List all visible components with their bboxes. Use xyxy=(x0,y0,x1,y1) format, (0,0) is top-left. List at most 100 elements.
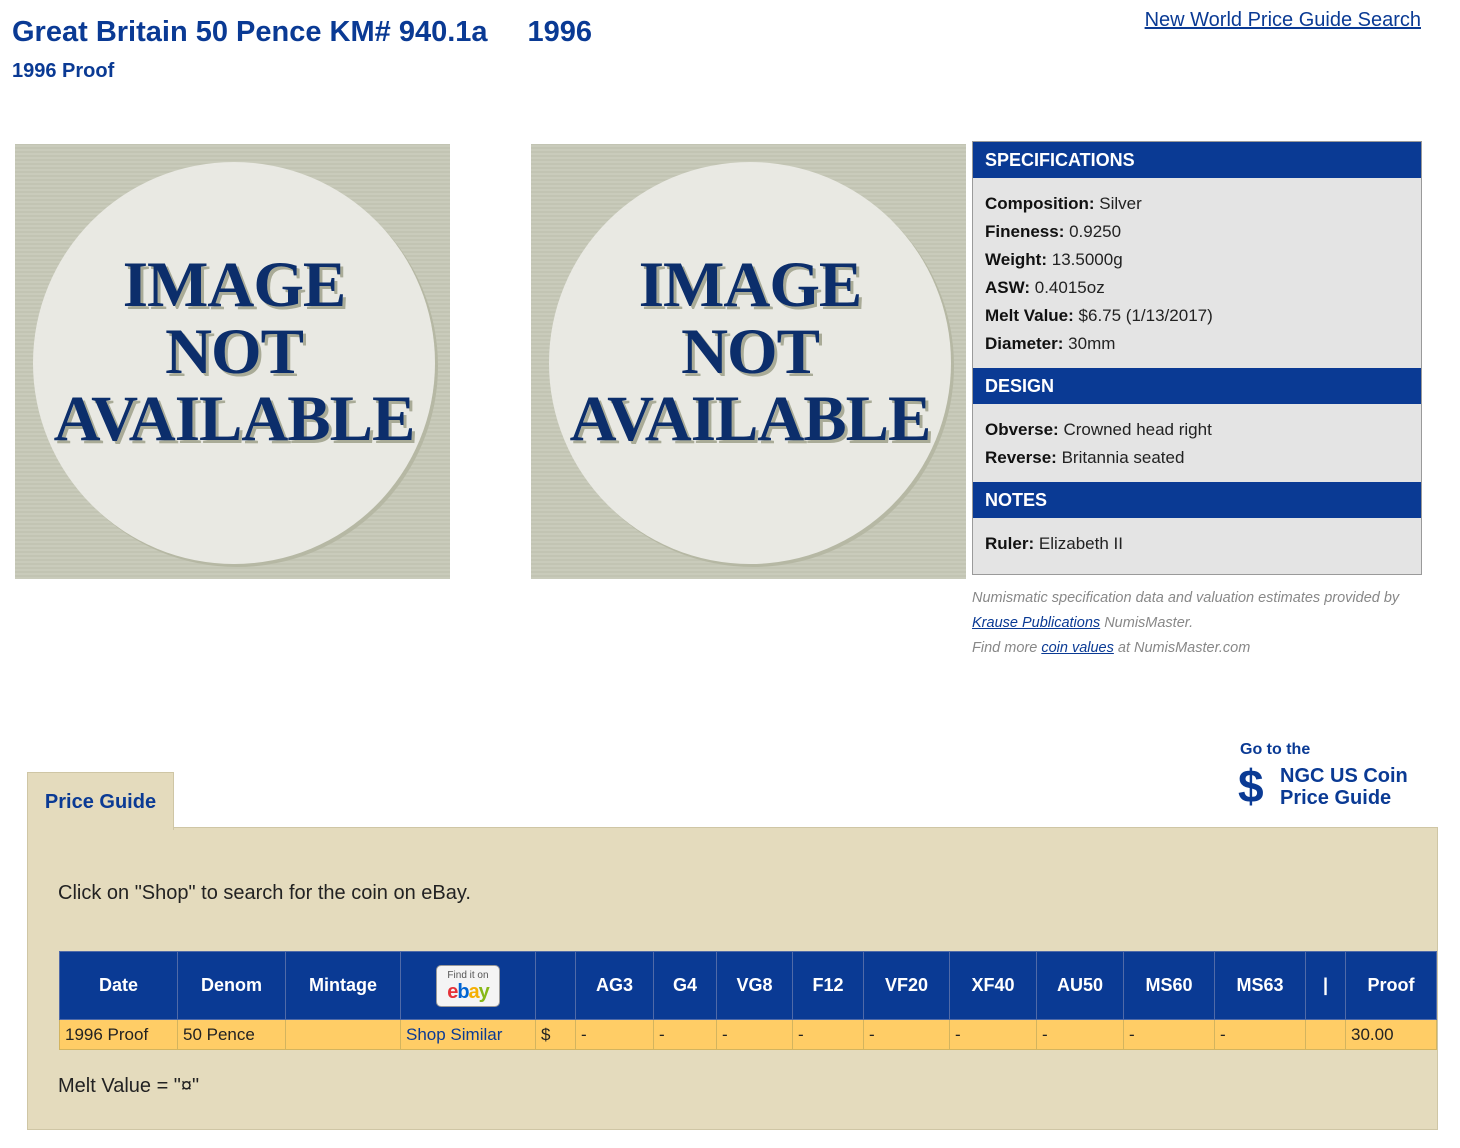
cell-xf40: - xyxy=(949,1019,1037,1050)
ebay-logo: ebay xyxy=(447,980,490,1003)
new-world-price-guide-search-link[interactable]: New World Price Guide Search xyxy=(1145,9,1421,32)
col-ms63: MS63 xyxy=(1214,951,1306,1020)
shop-instructions: Click on "Shop" to search for the coin o… xyxy=(58,882,471,904)
ngc-title: NGC US Coin Price Guide xyxy=(1280,765,1440,809)
credit-text: NumisMaster. xyxy=(1104,615,1194,631)
reverse-image: IMAGE NOT AVAILABLE xyxy=(531,144,966,579)
ngc-title-line1: NGC US Coin xyxy=(1280,765,1408,787)
col-au50: AU50 xyxy=(1036,951,1124,1020)
data-credit: Numismatic specification data and valuat… xyxy=(972,586,1432,661)
col-ms60: MS60 xyxy=(1123,951,1215,1020)
spec-weight: Weight: 13.5000g xyxy=(985,246,1409,274)
krause-publications-link[interactable]: Krause Publications xyxy=(972,615,1100,631)
image-text-line3: AVAILABLE xyxy=(53,383,416,455)
spec-label: Melt Value: xyxy=(985,306,1074,325)
credit-text: at NumisMaster.com xyxy=(1117,640,1251,656)
coin-values-link[interactable]: coin values xyxy=(1041,640,1114,656)
spec-value: Crowned head right xyxy=(1063,420,1212,439)
design-list: Obverse: Crowned head right Reverse: Bri… xyxy=(973,404,1421,482)
image-not-available-text: IMAGE NOT AVAILABLE xyxy=(33,252,435,453)
col-ebay: Find it on ebay xyxy=(400,951,536,1020)
cell-au50: - xyxy=(1036,1019,1124,1050)
table-row: 1996 Proof 50 Pence Shop Similar $ - - -… xyxy=(59,1019,1437,1050)
spec-label: Obverse: xyxy=(985,420,1059,439)
spec-value: Britannia seated xyxy=(1061,448,1185,467)
image-text-line1: IMAGE xyxy=(638,249,863,321)
credit-text: Numismatic specification data and valuat… xyxy=(972,590,1400,606)
cell-currency: $ xyxy=(535,1019,576,1050)
spec-value: $6.75 (1/13/2017) xyxy=(1078,306,1213,325)
spec-label: Ruler: xyxy=(985,534,1035,553)
col-vf20: VF20 xyxy=(863,951,950,1020)
spec-melt-value: Melt Value: $6.75 (1/13/2017) xyxy=(985,302,1409,330)
col-currency xyxy=(535,951,576,1020)
spec-asw: ASW: 0.4015oz xyxy=(985,274,1409,302)
spec-label: Weight: xyxy=(985,250,1048,269)
spec-value: Elizabeth II xyxy=(1038,534,1123,553)
spec-label: Reverse: xyxy=(985,448,1057,467)
cell-vg8: - xyxy=(716,1019,793,1050)
design-heading: DESIGN xyxy=(973,368,1421,404)
melt-value-note: Melt Value = "¤" xyxy=(58,1075,200,1097)
spec-value: 13.5000g xyxy=(1051,250,1123,269)
shop-similar-link[interactable]: Shop Similar xyxy=(400,1019,536,1050)
find-it-on-ebay-icon[interactable]: Find it on ebay xyxy=(436,964,500,1007)
col-proof: Proof xyxy=(1345,951,1437,1020)
cell-ms63: - xyxy=(1214,1019,1306,1050)
col-xf40: XF40 xyxy=(949,951,1037,1020)
cell-separator xyxy=(1305,1019,1346,1050)
spec-label: Diameter: xyxy=(985,334,1064,353)
dollar-icon: $ xyxy=(1238,760,1264,812)
coin-subtitle: 1996 Proof xyxy=(12,60,115,82)
coin-year: 1996 xyxy=(527,16,593,48)
cell-vf20: - xyxy=(863,1019,950,1050)
design-reverse: Reverse: Britannia seated xyxy=(985,444,1409,472)
col-vg8: VG8 xyxy=(716,951,793,1020)
col-g4: G4 xyxy=(653,951,717,1020)
spec-composition: Composition: Silver xyxy=(985,190,1409,218)
image-text-line3: AVAILABLE xyxy=(569,383,932,455)
spec-value: 30mm xyxy=(1068,334,1116,353)
col-denom: Denom xyxy=(177,951,286,1020)
col-date: Date xyxy=(59,951,178,1020)
ngc-price-guide-link[interactable]: Go to the $ NGC US Coin Price Guide xyxy=(1238,741,1408,809)
image-not-available-text: IMAGE NOT AVAILABLE xyxy=(549,252,951,453)
spec-label: ASW: xyxy=(985,278,1031,297)
ngc-title-line2: Price Guide xyxy=(1280,787,1392,809)
specifications-list: Composition: Silver Fineness: 0.9250 Wei… xyxy=(973,178,1421,368)
image-text-line2: NOT xyxy=(681,316,820,388)
price-table: Date Denom Mintage Find it on ebay AG3 G… xyxy=(59,951,1437,1050)
cell-date: 1996 Proof xyxy=(59,1019,178,1050)
specifications-panel: SPECIFICATIONS Composition: Silver Finen… xyxy=(972,141,1422,575)
spec-value: 0.9250 xyxy=(1069,222,1122,241)
col-mintage: Mintage xyxy=(285,951,401,1020)
image-text-line1: IMAGE xyxy=(122,249,347,321)
placeholder-circle: IMAGE NOT AVAILABLE xyxy=(33,162,435,564)
spec-diameter: Diameter: 30mm xyxy=(985,330,1409,358)
spec-value: 0.4015oz xyxy=(1034,278,1105,297)
price-guide-panel: Click on "Shop" to search for the coin o… xyxy=(27,827,1438,1130)
cell-mintage xyxy=(285,1019,401,1050)
cell-f12: - xyxy=(792,1019,864,1050)
page-title: Great Britain 50 Pence KM# 940.1a 1996 xyxy=(12,16,592,49)
cell-ms60: - xyxy=(1123,1019,1215,1050)
ngc-goto-text: Go to the xyxy=(1240,741,1311,758)
spec-value: Silver xyxy=(1099,194,1142,213)
cell-proof: 30.00 xyxy=(1345,1019,1437,1050)
obverse-image: IMAGE NOT AVAILABLE xyxy=(15,144,450,579)
tab-price-guide[interactable]: Price Guide xyxy=(27,772,174,830)
coin-title: Great Britain 50 Pence KM# 940.1a xyxy=(12,16,488,48)
col-ag3: AG3 xyxy=(575,951,654,1020)
design-obverse: Obverse: Crowned head right xyxy=(985,416,1409,444)
notes-heading: NOTES xyxy=(973,482,1421,518)
spec-label: Fineness: xyxy=(985,222,1065,241)
notes-ruler: Ruler: Elizabeth II xyxy=(985,530,1409,558)
credit-text: Find more xyxy=(972,640,1038,656)
cell-denom: 50 Pence xyxy=(177,1019,286,1050)
placeholder-circle: IMAGE NOT AVAILABLE xyxy=(549,162,951,564)
col-f12: F12 xyxy=(792,951,864,1020)
spec-fineness: Fineness: 0.9250 xyxy=(985,218,1409,246)
col-separator: | xyxy=(1305,951,1346,1020)
notes-list: Ruler: Elizabeth II xyxy=(973,518,1421,568)
cell-g4: - xyxy=(653,1019,717,1050)
